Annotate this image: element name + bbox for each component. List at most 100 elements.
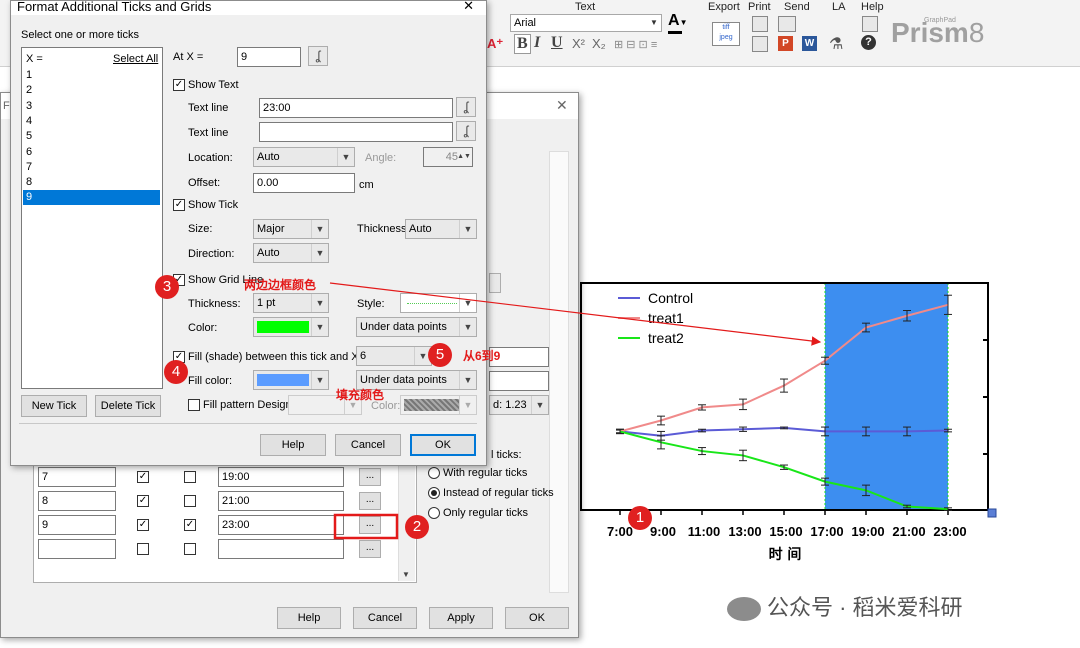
help-book-icon[interactable] xyxy=(862,16,878,32)
row-ellipsis-button[interactable]: ... xyxy=(359,492,381,510)
row-x-input[interactable]: 9 xyxy=(38,515,116,535)
powerpoint-icon[interactable]: P xyxy=(778,36,793,51)
row-label-input[interactable]: 21:00 xyxy=(218,491,344,511)
help-question-icon[interactable]: ? xyxy=(861,35,876,50)
chevron-down-icon: ▼ xyxy=(650,18,658,27)
text-line-input-2[interactable] xyxy=(259,122,453,142)
tick-list-item[interactable]: 5 xyxy=(23,129,160,144)
underline-button[interactable]: U xyxy=(551,34,563,52)
row-ellipsis-button[interactable]: ... xyxy=(359,516,381,534)
tick-list-item[interactable]: 8 xyxy=(23,175,160,190)
d-value-select[interactable]: d: 1.23 ▼ xyxy=(489,395,549,415)
row-grid-checkbox[interactable] xyxy=(184,495,196,507)
partial-select[interactable] xyxy=(489,273,501,293)
fill-color-select[interactable]: ▼ xyxy=(253,370,329,390)
row-x-input[interactable] xyxy=(38,539,116,559)
inner-ok-button[interactable]: OK xyxy=(505,607,569,629)
row-show-checkbox[interactable]: ✓ xyxy=(137,471,149,483)
row-label-input[interactable]: 23:00 xyxy=(218,515,344,535)
bold-button[interactable]: B xyxy=(514,34,531,54)
export-tiff-icon[interactable]: tiff jpeg xyxy=(712,22,740,46)
show-tick-checkbox[interactable]: ✓ xyxy=(173,199,185,211)
row-show-checkbox[interactable]: ✓ xyxy=(137,495,149,507)
angle-label: Angle: xyxy=(365,152,397,164)
grid-thickness-select[interactable]: 1 pt ▼ xyxy=(253,293,329,313)
insert-link-icon[interactable]: ʆ xyxy=(456,121,476,141)
tick-list-item[interactable]: 4 xyxy=(23,114,160,129)
font-color-icon[interactable]: A▼ xyxy=(668,12,687,30)
italic-button[interactable]: I xyxy=(534,34,540,52)
tick-thickness-select[interactable]: Auto ▼ xyxy=(405,219,477,239)
location-select[interactable]: Auto ▼ xyxy=(253,147,355,167)
select-all-link[interactable]: Select All xyxy=(113,53,158,65)
at-x-input[interactable]: 9 xyxy=(237,47,301,67)
tick-list-item[interactable]: 3 xyxy=(23,99,160,114)
radio-with-regular[interactable] xyxy=(428,467,440,479)
font-name-select[interactable]: Arial ▼ xyxy=(510,14,662,32)
word-icon[interactable]: W xyxy=(802,36,817,51)
inner-apply-button[interactable]: Apply xyxy=(429,607,493,629)
subscript-icon[interactable]: X₂ xyxy=(592,36,606,51)
inner-close-icon[interactable]: ✕ xyxy=(556,97,568,114)
size-label: Size: xyxy=(188,223,213,235)
row-grid-checkbox[interactable] xyxy=(184,471,196,483)
dialog-title: Format Additional Ticks and Grids xyxy=(17,0,212,14)
align-icons[interactable]: ⊞ ⊟ ⊡ ≡ xyxy=(614,38,657,51)
chevron-down-icon: ▼ xyxy=(311,220,328,238)
show-text-checkbox[interactable]: ✓ xyxy=(173,79,185,91)
inner-cancel-button[interactable]: Cancel xyxy=(353,607,417,629)
row-x-input[interactable]: 7 xyxy=(38,467,116,487)
row-ellipsis-button[interactable]: ... xyxy=(359,540,381,558)
superscript-icon[interactable]: X² xyxy=(572,36,585,51)
tick-list-item[interactable]: 7 xyxy=(23,160,160,175)
font-color-swatch xyxy=(668,31,682,34)
size-select[interactable]: Major ▼ xyxy=(253,219,329,239)
ok-button[interactable]: OK xyxy=(410,434,476,456)
offset-input[interactable]: 0.00 xyxy=(253,173,355,193)
inner-help-button[interactable]: Help xyxy=(277,607,341,629)
wechat-icon xyxy=(727,597,761,622)
radio-only-regular[interactable] xyxy=(428,507,440,519)
grid-color-select[interactable]: ▼ xyxy=(253,317,329,337)
new-tick-button[interactable]: New Tick xyxy=(21,395,87,417)
row-show-checkbox[interactable] xyxy=(137,543,149,555)
fill-pattern-checkbox[interactable] xyxy=(188,399,200,411)
angle-input[interactable]: 45 ▲▼ xyxy=(423,147,473,167)
row-grid-checkbox[interactable]: ✓ xyxy=(184,519,196,531)
close-icon[interactable]: ✕ xyxy=(463,0,474,12)
chevron-down-icon: ▼ xyxy=(459,294,476,312)
row-grid-checkbox[interactable] xyxy=(184,543,196,555)
delete-tick-button[interactable]: Delete Tick xyxy=(95,395,161,417)
text-group-label: Text xyxy=(575,1,596,13)
grid-layer-select[interactable]: Under data points ▼ xyxy=(356,317,477,337)
row-label-input[interactable] xyxy=(218,539,344,559)
show-tick-label: Show Tick xyxy=(188,199,239,211)
pattern-color-select[interactable]: ▼ xyxy=(400,395,477,415)
tick-list-item[interactable]: 1 xyxy=(23,68,160,83)
tick-list-item[interactable]: 9 xyxy=(23,190,160,206)
partial-field-2[interactable] xyxy=(489,371,549,391)
fill-to-select[interactable]: 6 ▼ xyxy=(356,346,432,366)
insert-link-icon[interactable]: ʆ xyxy=(308,46,328,66)
increase-font-icon[interactable]: A⁺ xyxy=(487,36,503,52)
tick-list[interactable]: X = Select All 123456789 xyxy=(21,47,163,389)
direction-select[interactable]: Auto ▼ xyxy=(253,243,329,263)
row-label-input[interactable]: 19:00 xyxy=(218,467,344,487)
row-x-input[interactable]: 8 xyxy=(38,491,116,511)
spin-icon[interactable]: ▲▼ xyxy=(456,148,472,166)
offset-label: Offset: xyxy=(188,177,221,189)
print-preview-icon[interactable] xyxy=(752,36,768,52)
style-select[interactable]: ▼ xyxy=(400,293,477,313)
email-icon[interactable] xyxy=(778,16,796,32)
cancel-button[interactable]: Cancel xyxy=(335,434,401,456)
text-line-input-1[interactable]: 23:00 xyxy=(259,98,453,118)
insert-link-icon[interactable]: ʆ xyxy=(456,97,476,117)
flask-icon[interactable]: ⚗ xyxy=(829,34,843,54)
tick-list-item[interactable]: 6 xyxy=(23,145,160,160)
radio-instead-regular[interactable] xyxy=(428,487,440,499)
print-icon[interactable] xyxy=(752,16,768,32)
row-ellipsis-button[interactable]: ... xyxy=(359,468,381,486)
row-show-checkbox[interactable]: ✓ xyxy=(137,519,149,531)
tick-list-item[interactable]: 2 xyxy=(23,83,160,98)
help-button[interactable]: Help xyxy=(260,434,326,456)
